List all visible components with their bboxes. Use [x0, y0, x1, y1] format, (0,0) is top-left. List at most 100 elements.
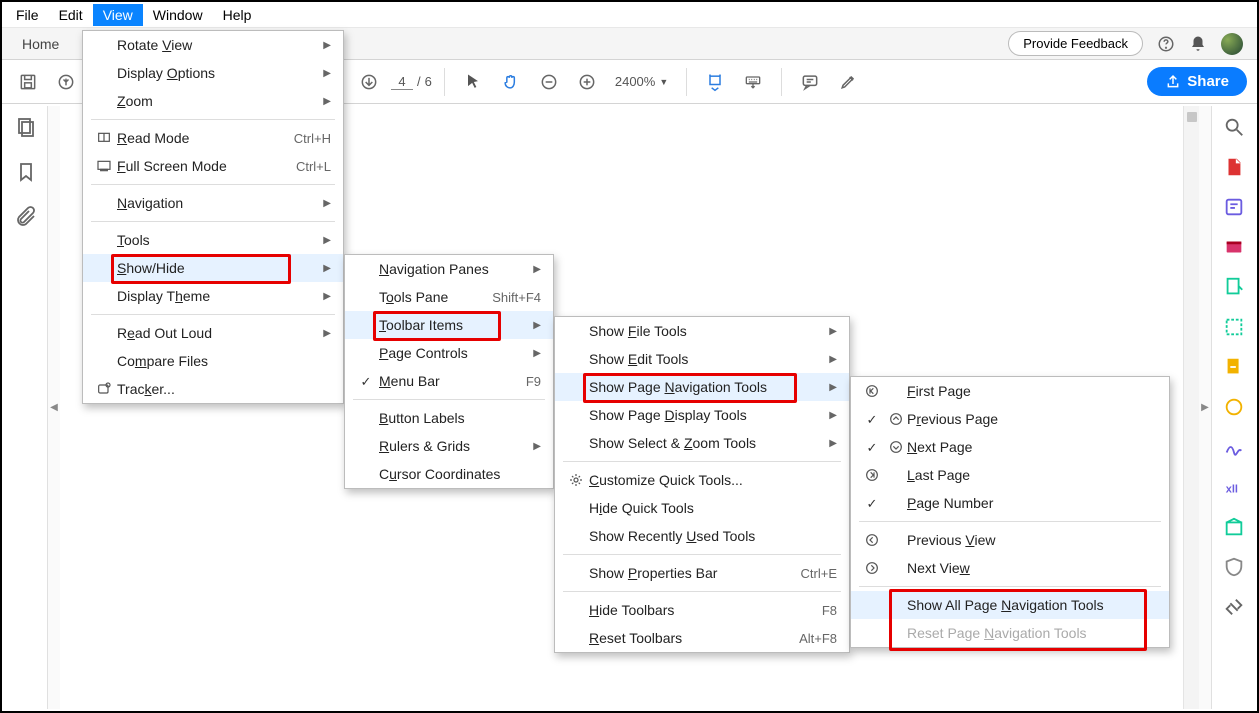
menu4-item-4[interactable]: Page Number [851, 489, 1169, 517]
menu3-item-2[interactable]: Show Page Navigation Tools▶ [555, 373, 849, 401]
zoom-in-icon[interactable] [571, 66, 603, 98]
menu1-item-4[interactable]: Read ModeCtrl+H [83, 124, 343, 152]
menu4-item-0[interactable]: First Page [851, 377, 1169, 405]
menu3-item-0[interactable]: Show File Tools▶ [555, 317, 849, 345]
menu4-item-6[interactable]: Previous View [851, 526, 1169, 554]
tracker-icon [91, 381, 117, 397]
menu-window[interactable]: Window [143, 4, 213, 26]
menu4-item-1[interactable]: Previous Page [851, 405, 1169, 433]
tab-home[interactable]: Home [2, 28, 79, 59]
fit-width-icon[interactable] [699, 66, 731, 98]
menu3-item-1[interactable]: Show Edit Tools▶ [555, 345, 849, 373]
protect-icon[interactable] [1223, 516, 1245, 538]
menu1-item-10[interactable]: Show/Hide▶ [83, 254, 343, 282]
menu2-item-1[interactable]: Tools PaneShift+F4 [345, 283, 553, 311]
gear-icon [563, 472, 589, 488]
menu1-item-15[interactable]: Tracker... [83, 375, 343, 403]
menu-view[interactable]: View [93, 4, 143, 26]
menu4-item-2[interactable]: Next Page [851, 433, 1169, 461]
menu2-item-4[interactable]: Menu BarF9 [345, 367, 553, 395]
menu-help[interactable]: Help [213, 4, 262, 26]
menu3-item-7[interactable]: Hide Quick Tools [555, 494, 849, 522]
circ-right-icon [859, 560, 885, 576]
organize-icon[interactable] [1223, 356, 1245, 378]
redact-icon[interactable]: xll [1223, 476, 1245, 498]
menu4-item-9[interactable]: Show All Page Navigation Tools [851, 591, 1169, 619]
page-current[interactable]: 4 [391, 74, 413, 90]
left-collapse[interactable]: ◀ [48, 106, 60, 709]
vertical-scrollbar[interactable] [1183, 106, 1199, 709]
page-counter[interactable]: 4 / 6 [391, 74, 432, 90]
menu3-item-10[interactable]: Show Properties BarCtrl+E [555, 559, 849, 587]
avatar[interactable] [1221, 33, 1243, 55]
page-navigation-submenu[interactable]: First PagePrevious PageNext PageLast Pag… [850, 376, 1170, 648]
menu1-item-1[interactable]: Display Options▶ [83, 59, 343, 87]
search-icon[interactable] [1223, 116, 1245, 138]
menu2-item-3[interactable]: Page Controls▶ [345, 339, 553, 367]
menu1-item-2[interactable]: Zoom▶ [83, 87, 343, 115]
menu-file[interactable]: File [6, 4, 49, 26]
export-pdf-icon[interactable] [1223, 156, 1245, 178]
menu1-item-5[interactable]: Full Screen ModeCtrl+L [83, 152, 343, 180]
view-menu[interactable]: Rotate View▶Display Options▶Zoom▶ Read Mo… [82, 30, 344, 404]
circ-first-icon [859, 383, 885, 399]
down-circle-icon[interactable] [353, 66, 385, 98]
sign-icon[interactable] [1223, 436, 1245, 458]
pointer-icon[interactable] [457, 66, 489, 98]
bell-icon[interactable] [1189, 35, 1207, 53]
highlight-icon[interactable] [832, 66, 864, 98]
menu2-item-6[interactable]: Button Labels [345, 404, 553, 432]
page-total: 6 [425, 74, 432, 89]
menu3-item-6[interactable]: Customize Quick Tools... [555, 466, 849, 494]
read-mode-icon [91, 130, 117, 146]
menu3-item-3[interactable]: Show Page Display Tools▶ [555, 401, 849, 429]
menu2-item-0[interactable]: Navigation Panes▶ [345, 255, 553, 283]
hand-icon[interactable] [495, 66, 527, 98]
more-tools-icon[interactable] [1223, 596, 1245, 618]
menu1-item-14[interactable]: Compare Files [83, 347, 343, 375]
menu-edit[interactable]: Edit [49, 4, 93, 26]
edit-pdf-icon[interactable] [1223, 196, 1245, 218]
left-panel [4, 106, 48, 709]
menu4-item-10[interactable]: Reset Page Navigation Tools [851, 619, 1169, 647]
keyboard-icon[interactable] [737, 66, 769, 98]
menu3-item-4[interactable]: Show Select & Zoom Tools▶ [555, 429, 849, 457]
comment-tool-icon[interactable] [1223, 276, 1245, 298]
menu3-item-13[interactable]: Reset ToolbarsAlt+F8 [555, 624, 849, 652]
menu1-item-9[interactable]: Tools▶ [83, 226, 343, 254]
toolbar-items-submenu[interactable]: Show File Tools▶Show Edit Tools▶Show Pag… [554, 316, 850, 653]
menu4-item-3[interactable]: Last Page [851, 461, 1169, 489]
zoom-out-icon[interactable] [533, 66, 565, 98]
combine-icon[interactable] [1223, 316, 1245, 338]
svg-text:xll: xll [1225, 484, 1237, 496]
menu1-item-0[interactable]: Rotate View▶ [83, 31, 343, 59]
menu3-item-8[interactable]: Show Recently Used Tools [555, 522, 849, 550]
show-hide-submenu[interactable]: Navigation Panes▶Tools PaneShift+F4Toolb… [344, 254, 554, 489]
circ-last-icon [859, 467, 885, 483]
menu2-item-7[interactable]: Rulers & Grids▶ [345, 432, 553, 460]
menu2-item-2[interactable]: Toolbar Items▶ [345, 311, 553, 339]
bookmark-icon[interactable] [14, 160, 38, 184]
comment-icon[interactable] [794, 66, 826, 98]
menu3-item-12[interactable]: Hide ToolbarsF8 [555, 596, 849, 624]
print-icon[interactable] [50, 66, 82, 98]
provide-feedback-button[interactable]: Provide Feedback [1008, 31, 1143, 56]
menu1-item-11[interactable]: Display Theme▶ [83, 282, 343, 310]
help-icon[interactable] [1157, 35, 1175, 53]
pages-icon[interactable] [14, 116, 38, 140]
shield-icon[interactable] [1223, 556, 1245, 578]
compress-icon[interactable] [1223, 396, 1245, 418]
share-button[interactable]: Share [1147, 67, 1247, 96]
attachment-icon[interactable] [14, 204, 38, 228]
save-icon[interactable] [12, 66, 44, 98]
create-pdf-icon[interactable] [1223, 236, 1245, 258]
menu1-item-13[interactable]: Read Out Loud▶ [83, 319, 343, 347]
right-collapse[interactable]: ▶ [1199, 106, 1211, 709]
menu4-item-7[interactable]: Next View [851, 554, 1169, 582]
menu1-item-7[interactable]: Navigation▶ [83, 189, 343, 217]
fullscreen-icon [91, 158, 117, 174]
menu2-item-8[interactable]: Cursor Coordinates [345, 460, 553, 488]
zoom-level[interactable]: 2400%▼ [609, 74, 674, 89]
circ-left-icon [859, 532, 885, 548]
chevron-down-icon: ▼ [659, 77, 668, 87]
